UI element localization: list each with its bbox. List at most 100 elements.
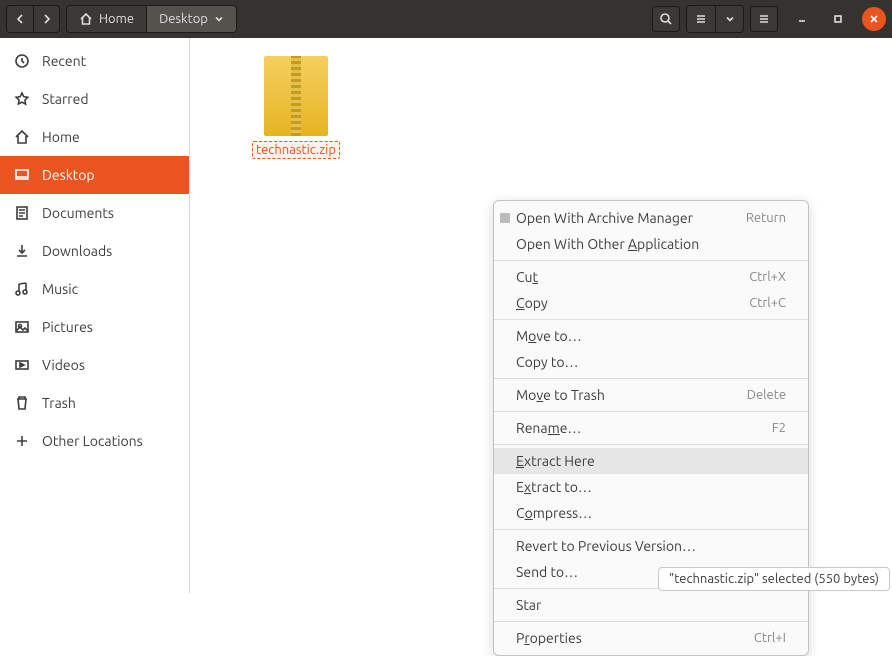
menu-item-label: Cut <box>516 269 749 285</box>
sidebar-item-label: Other Locations <box>42 433 143 449</box>
sidebar: Recent Starred Home Desktop Documents Downloa… <box>0 38 190 593</box>
sidebar-item-label: Desktop <box>42 167 95 183</box>
menu-item-label: Star <box>516 597 786 613</box>
menu-item-accelerator: Ctrl+C <box>749 296 786 310</box>
menu-item[interactable]: PropertiesCtrl+I <box>494 625 808 651</box>
sidebar-item-label: Documents <box>42 205 114 221</box>
archive-manager-icon <box>498 211 512 225</box>
sidebar-item-videos[interactable]: Videos <box>0 346 189 384</box>
path-bar: Home Desktop <box>66 5 237 33</box>
menu-item[interactable]: CopyCtrl+C <box>494 290 808 316</box>
music-icon <box>14 281 30 297</box>
menu-separator <box>494 529 808 530</box>
sidebar-item-label: Videos <box>42 357 85 373</box>
menu-separator <box>494 444 808 445</box>
menu-item[interactable]: Copy to… <box>494 349 808 375</box>
sidebar-item-downloads[interactable]: Downloads <box>0 232 189 270</box>
menu-item[interactable]: Open With Archive ManagerReturn <box>494 205 808 231</box>
sidebar-item-starred[interactable]: Starred <box>0 80 189 118</box>
menu-item[interactable]: Star <box>494 592 808 618</box>
back-button[interactable] <box>7 6 33 32</box>
nav-buttons <box>6 5 60 33</box>
menu-item-label: Compress… <box>516 505 786 521</box>
menu-separator <box>494 411 808 412</box>
close-icon <box>869 14 879 24</box>
sidebar-item-home[interactable]: Home <box>0 118 189 156</box>
menu-item[interactable]: Extract to… <box>494 474 808 500</box>
menu-item-label: Extract Here <box>516 453 786 469</box>
minimize-button[interactable] <box>790 7 814 31</box>
sidebar-item-label: Downloads <box>42 243 112 259</box>
view-dropdown-button[interactable] <box>715 6 743 32</box>
maximize-button[interactable] <box>826 7 850 31</box>
downloads-icon <box>14 243 30 259</box>
menu-item-label: Move to… <box>516 328 786 344</box>
status-bar: "technastic.zip" selected (550 bytes) <box>658 567 890 591</box>
menu-item[interactable]: Open With Other Application <box>494 231 808 257</box>
menu-item-accelerator: Ctrl+I <box>754 631 786 645</box>
chevron-left-icon <box>14 13 26 25</box>
sidebar-item-music[interactable]: Music <box>0 270 189 308</box>
sidebar-item-label: Starred <box>42 91 89 107</box>
videos-icon <box>14 357 30 373</box>
desktop-icon <box>14 167 30 183</box>
file-item-technastic-zip[interactable]: technastic.zip <box>250 56 342 159</box>
home-icon <box>79 12 93 26</box>
menu-item[interactable]: Move to TrashDelete <box>494 382 808 408</box>
home-icon <box>14 129 30 145</box>
menu-item-label: Revert to Previous Version… <box>516 538 786 554</box>
view-options <box>686 5 744 33</box>
menu-item[interactable]: Compress… <box>494 500 808 526</box>
forward-button[interactable] <box>33 6 59 32</box>
starred-icon <box>14 91 30 107</box>
sidebar-item-trash[interactable]: Trash <box>0 384 189 422</box>
sidebar-item-label: Music <box>42 281 78 297</box>
titlebar: Home Desktop <box>0 0 892 38</box>
menu-button[interactable] <box>750 6 778 32</box>
menu-separator <box>494 319 808 320</box>
trash-icon <box>14 395 30 411</box>
path-label: Desktop <box>159 12 208 26</box>
menu-item-label: Rename… <box>516 420 772 436</box>
menu-item[interactable]: Rename…F2 <box>494 415 808 441</box>
menu-separator <box>494 621 808 622</box>
menu-separator <box>494 260 808 261</box>
menu-item-label: Open With Archive Manager <box>516 210 746 226</box>
content-pane[interactable]: technastic.zip Open With Archive Manager… <box>190 38 892 593</box>
path-segment-desktop[interactable]: Desktop <box>146 6 236 32</box>
list-view-button[interactable] <box>687 6 715 32</box>
pictures-icon <box>14 319 30 335</box>
menu-item-accelerator: Ctrl+X <box>749 270 786 284</box>
menu-item-label: Copy to… <box>516 354 786 370</box>
menu-item[interactable]: Revert to Previous Version… <box>494 533 808 559</box>
list-icon <box>694 12 708 26</box>
sidebar-item-label: Pictures <box>42 319 93 335</box>
chevron-down-icon <box>214 14 224 24</box>
archive-icon <box>264 56 328 136</box>
sidebar-item-pictures[interactable]: Pictures <box>0 308 189 346</box>
sidebar-item-other[interactable]: Other Locations <box>0 422 189 460</box>
menu-item-label: Open With Other Application <box>516 236 786 252</box>
menu-separator <box>494 378 808 379</box>
menu-item[interactable]: Move to… <box>494 323 808 349</box>
menu-item-accelerator: Return <box>746 211 786 225</box>
sidebar-item-recent[interactable]: Recent <box>0 42 189 80</box>
path-segment-home[interactable]: Home <box>67 6 146 32</box>
menu-item-accelerator: F2 <box>772 421 786 435</box>
chevron-down-icon <box>725 14 735 24</box>
menu-item-label: Move to Trash <box>516 387 747 403</box>
close-button[interactable] <box>862 7 886 31</box>
maximize-icon <box>833 14 843 24</box>
sidebar-item-desktop[interactable]: Desktop <box>0 156 189 194</box>
file-grid: technastic.zip <box>190 38 892 159</box>
chevron-right-icon <box>41 13 53 25</box>
search-icon <box>659 12 673 26</box>
sidebar-item-documents[interactable]: Documents <box>0 194 189 232</box>
menu-item[interactable]: Extract Here <box>494 448 808 474</box>
menu-item-label: Extract to… <box>516 479 786 495</box>
sidebar-item-label: Home <box>42 129 80 145</box>
menu-item[interactable]: CutCtrl+X <box>494 264 808 290</box>
menu-item-label: Properties <box>516 630 754 646</box>
file-label: technastic.zip <box>252 141 340 159</box>
search-button[interactable] <box>652 6 680 32</box>
